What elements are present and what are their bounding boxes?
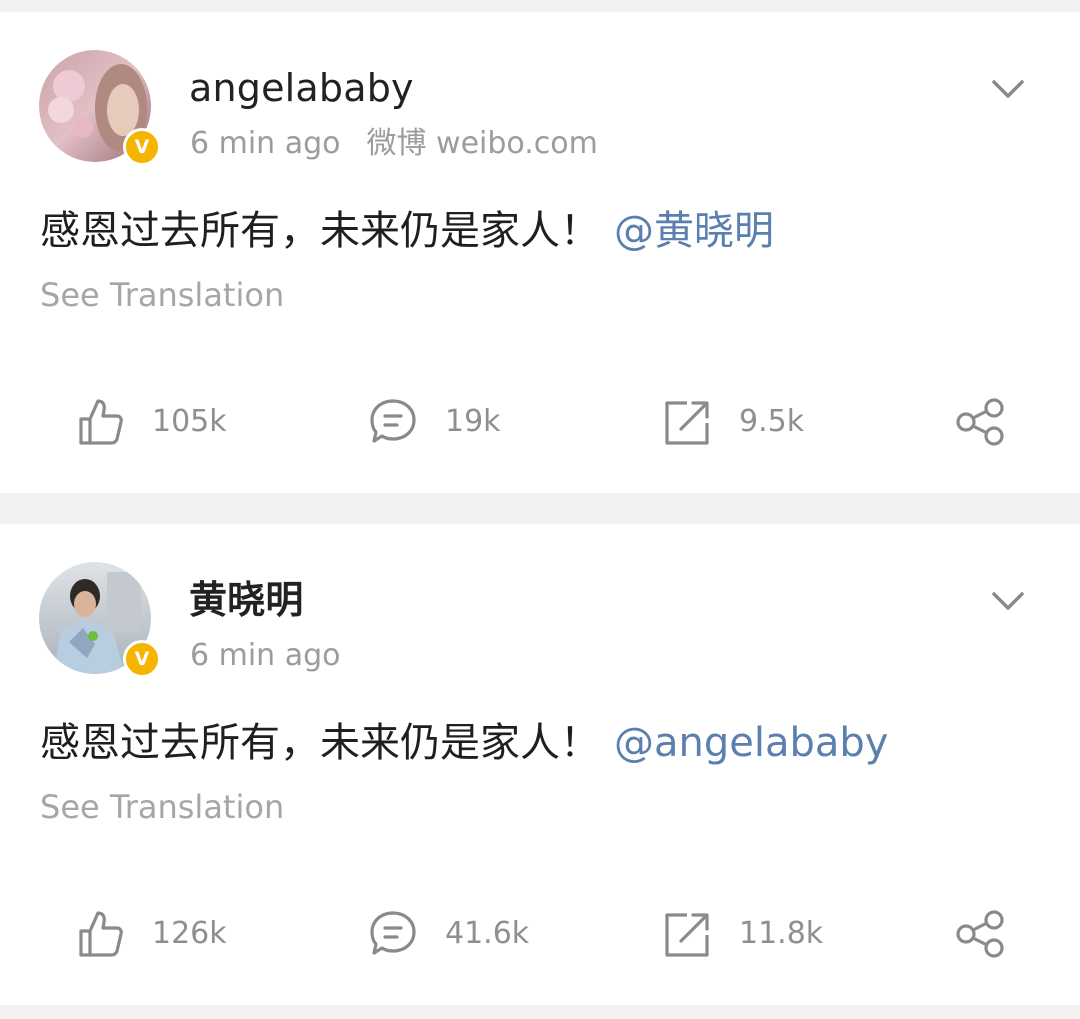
username[interactable]: angelababy bbox=[189, 64, 414, 112]
share-button[interactable] bbox=[955, 904, 1005, 964]
timestamp: 6 min ago bbox=[190, 126, 341, 161]
share-icon bbox=[956, 910, 1004, 958]
comment-count: 19k bbox=[445, 404, 501, 439]
repost-icon bbox=[665, 913, 709, 957]
post-text: 感恩过去所有，未来仍是家人！ @angelababy bbox=[40, 716, 888, 770]
repost-button[interactable]: 11.8k bbox=[663, 904, 823, 964]
thumbs-up-icon bbox=[79, 911, 123, 957]
repost-count: 11.8k bbox=[739, 916, 824, 951]
comment-button[interactable]: 19k bbox=[369, 392, 501, 452]
like-count: 105k bbox=[152, 404, 227, 439]
share-icon bbox=[956, 398, 1004, 446]
thumbs-up-icon bbox=[79, 399, 123, 445]
chevron-down-icon[interactable] bbox=[991, 590, 1025, 612]
comment-icon bbox=[370, 911, 416, 955]
verified-badge: V bbox=[123, 128, 161, 166]
see-translation-link[interactable]: See Translation bbox=[40, 274, 284, 316]
post-body: 感恩过去所有，未来仍是家人！ bbox=[40, 720, 600, 766]
avatar[interactable]: V bbox=[39, 562, 161, 678]
repost-button[interactable]: 9.5k bbox=[663, 392, 804, 452]
action-bar: 105k 19k 9.5k bbox=[0, 392, 1080, 452]
action-bar: 126k 41.6k 11.8k bbox=[0, 904, 1080, 964]
repost-icon bbox=[665, 401, 709, 445]
post-meta: 6 min ago bbox=[190, 636, 341, 676]
weibo-post-card: V angelababy 6 min ago 微博 weibo.com 感恩过去所… bbox=[0, 12, 1080, 493]
comment-count: 41.6k bbox=[445, 916, 530, 951]
post-source[interactable]: 微博 weibo.com bbox=[367, 126, 598, 161]
like-count: 126k bbox=[152, 916, 227, 951]
repost-count: 9.5k bbox=[739, 404, 805, 439]
mention-link[interactable]: @黄晓明 bbox=[614, 208, 774, 254]
verified-badge: V bbox=[123, 640, 161, 678]
chevron-down-icon[interactable] bbox=[991, 78, 1025, 100]
like-button[interactable]: 126k bbox=[76, 904, 227, 964]
post-meta: 6 min ago 微博 weibo.com bbox=[190, 124, 598, 164]
comment-button[interactable]: 41.6k bbox=[369, 904, 529, 964]
post-text: 感恩过去所有，未来仍是家人！ @黄晓明 bbox=[40, 204, 774, 258]
avatar[interactable]: V bbox=[39, 50, 161, 166]
like-button[interactable]: 105k bbox=[76, 392, 227, 452]
share-button[interactable] bbox=[955, 392, 1005, 452]
mention-link[interactable]: @angelababy bbox=[614, 720, 888, 766]
weibo-post-card: V 黄晓明 6 min ago 感恩过去所有，未来仍是家人！ @angelabab… bbox=[0, 524, 1080, 1005]
post-body: 感恩过去所有，未来仍是家人！ bbox=[40, 208, 600, 254]
timestamp: 6 min ago bbox=[190, 638, 341, 673]
username[interactable]: 黄晓明 bbox=[189, 576, 304, 624]
see-translation-link[interactable]: See Translation bbox=[40, 786, 284, 828]
comment-icon bbox=[370, 399, 416, 443]
